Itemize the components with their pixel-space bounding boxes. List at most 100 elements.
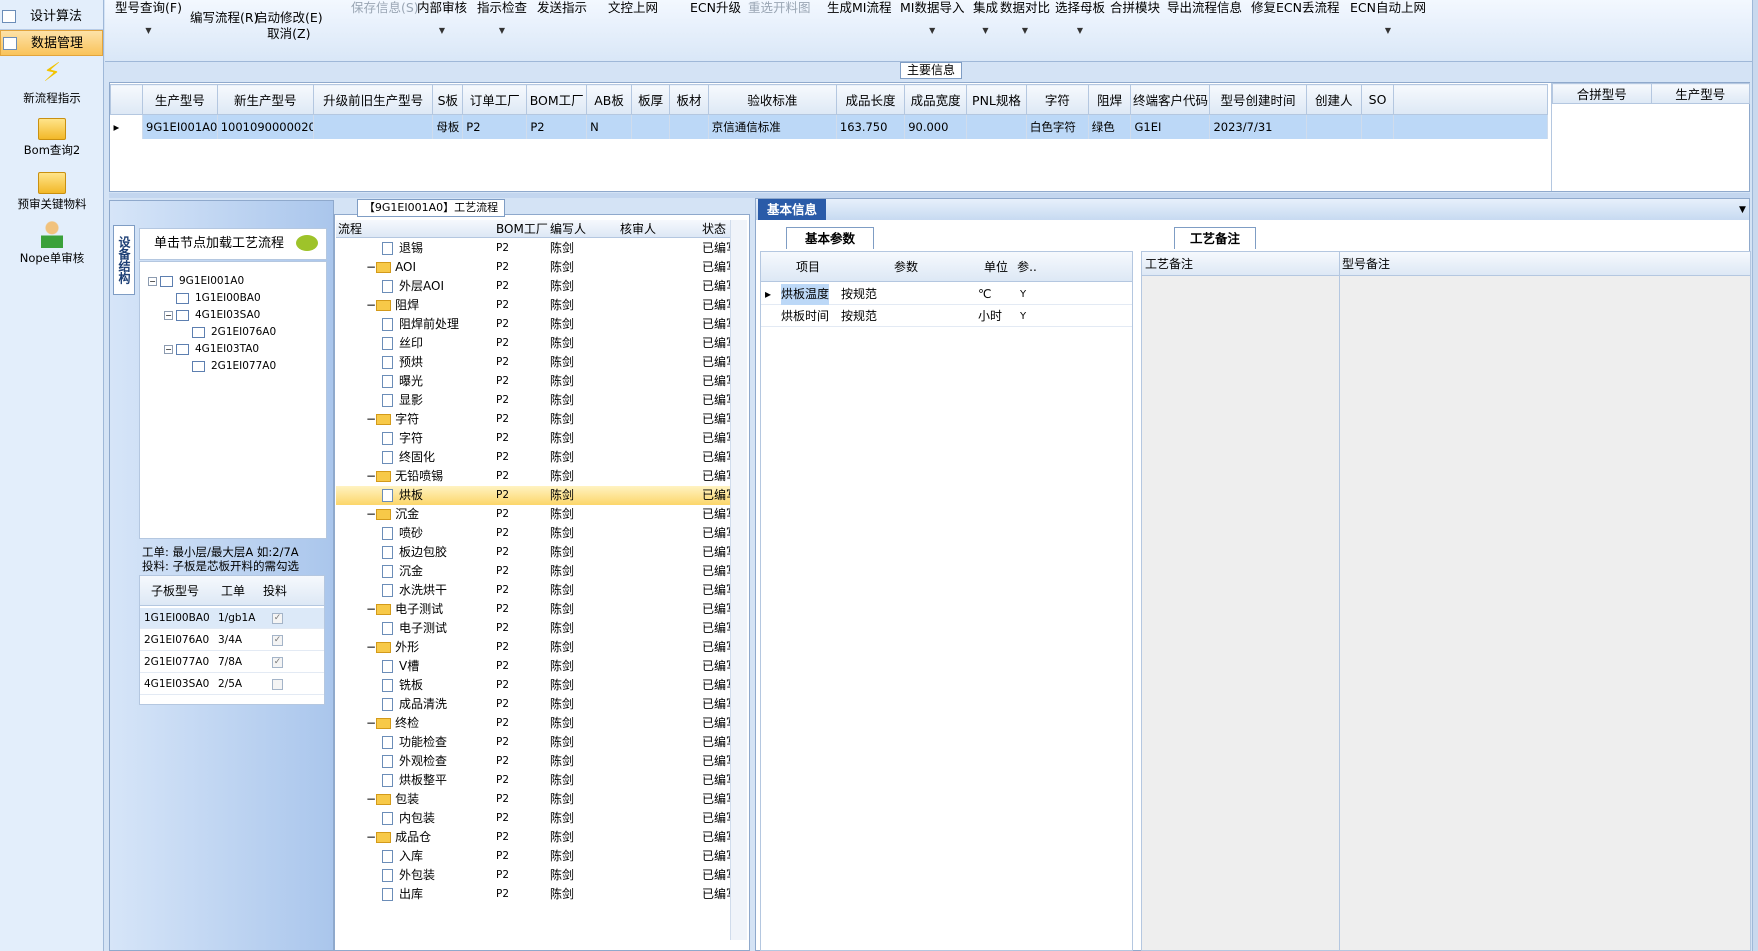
- toolbar-button-8[interactable]: ECN升级: [690, 0, 741, 16]
- toolbar-button-0[interactable]: 型号查询(F) ▼: [115, 0, 182, 39]
- column-header[interactable]: 订单工厂: [462, 84, 528, 115]
- collapse-icon[interactable]: −: [164, 344, 173, 354]
- process-step-row[interactable]: 终固化 P2 陈剑 已编写: [336, 448, 732, 467]
- column-header[interactable]: 创建人: [1305, 84, 1363, 115]
- column-header[interactable]: AB板: [586, 84, 632, 115]
- table-cell[interactable]: [631, 114, 671, 139]
- panel-menu-icon[interactable]: ▼: [1739, 205, 1746, 215]
- tree-node[interactable]: − 4G1EI03TA0: [164, 343, 259, 355]
- tab-basic-params[interactable]: 基本参数: [786, 227, 874, 249]
- column-header[interactable]: 板材: [669, 84, 709, 115]
- process-step-row[interactable]: 退锡 P2 陈剑 已编写: [336, 239, 732, 258]
- process-group-row[interactable]: − 包装 P2 陈剑 已编写: [336, 790, 732, 809]
- table-row[interactable]: ▸ 9G1EI001A0 10010900000205 母板 P2 P2 N 京信通信标准 16…: [110, 114, 1548, 139]
- column-header[interactable]: 流程: [338, 220, 362, 238]
- process-step-row[interactable]: 内包装 P2 陈剑 已编写: [336, 809, 732, 828]
- process-step-row[interactable]: 外观检查 P2 陈剑 已编写: [336, 752, 732, 771]
- table-cell[interactable]: G1EI: [1130, 114, 1211, 139]
- nav-item-1[interactable]: 数据管理: [0, 30, 103, 56]
- column-header[interactable]: 阻焊: [1087, 84, 1132, 115]
- column-header[interactable]: 生产型号: [1650, 83, 1750, 104]
- column-header[interactable]: 生产型号: [142, 84, 218, 115]
- toolbar-button-14[interactable]: 选择母板 ▼: [1055, 0, 1105, 39]
- tree-node[interactable]: − 4G1EI03SA0: [164, 309, 260, 321]
- process-step-row[interactable]: 铣板 P2 陈剑 已编写: [336, 676, 732, 695]
- collapse-icon[interactable]: −: [366, 469, 376, 483]
- collapse-icon[interactable]: −: [366, 260, 376, 274]
- toolbar-button-15[interactable]: 合拼模块: [1110, 0, 1160, 16]
- collapse-icon[interactable]: −: [366, 830, 376, 844]
- table-cell[interactable]: 母板: [432, 114, 464, 139]
- process-step-row[interactable]: 外层AOI P2 陈剑 已编写: [336, 277, 732, 296]
- collapse-icon[interactable]: −: [366, 602, 376, 616]
- table-cell[interactable]: 绿色: [1088, 114, 1132, 139]
- column-header[interactable]: 字符: [1025, 84, 1089, 115]
- column-header[interactable]: 编写人: [550, 220, 586, 238]
- tab-device-structure[interactable]: 设备结构: [113, 225, 135, 295]
- tree-node[interactable]: 2G1EI077A0: [180, 360, 276, 372]
- process-step-row[interactable]: 烘板整平 P2 陈剑 已编写: [336, 771, 732, 790]
- tree-node[interactable]: 2G1EI076A0: [180, 326, 276, 338]
- process-step-row[interactable]: 水洗烘干 P2 陈剑 已编写: [336, 581, 732, 600]
- process-group-row[interactable]: − 电子测试 P2 陈剑 已编写: [336, 600, 732, 619]
- table-cell[interactable]: 京信通信标准: [708, 114, 837, 139]
- process-step-row[interactable]: 喷砂 P2 陈剑 已编写: [336, 524, 732, 543]
- tree-node[interactable]: − 9G1EI001A0: [148, 275, 244, 287]
- sub-grid-row[interactable]: 4G1EI03SA0 2/5A: [140, 674, 324, 695]
- tab-process-notes[interactable]: 工艺备注: [1174, 227, 1256, 249]
- table-cell[interactable]: [313, 114, 434, 139]
- collapse-icon[interactable]: −: [366, 507, 376, 521]
- process-group-row[interactable]: − 阻焊 P2 陈剑 已编写: [336, 296, 732, 315]
- sub-grid-row[interactable]: 2G1EI077A0 7/8A ✓: [140, 652, 324, 673]
- table-cell[interactable]: 9G1EI001A0: [142, 114, 218, 139]
- nav-shortcut-3[interactable]: Nope单审核: [0, 220, 104, 266]
- column-header[interactable]: 状态: [702, 220, 726, 238]
- column-header[interactable]: 型号创建时间: [1209, 84, 1307, 115]
- table-cell[interactable]: [1361, 114, 1395, 139]
- toolbar-button-4[interactable]: 内部审核 ▼: [417, 0, 467, 39]
- process-step-row[interactable]: V槽 P2 陈剑 已编写: [336, 657, 732, 676]
- collapse-icon[interactable]: −: [366, 716, 376, 730]
- column-header[interactable]: 工单: [210, 576, 256, 606]
- collapse-icon[interactable]: −: [366, 792, 376, 806]
- process-step-row[interactable]: 成品清洗 P2 陈剑 已编写: [336, 695, 732, 714]
- process-group-row[interactable]: − 终检 P2 陈剑 已编写: [336, 714, 732, 733]
- collapse-icon[interactable]: −: [164, 310, 173, 320]
- toolbar-button-17[interactable]: 修复ECN丢流程: [1251, 0, 1339, 16]
- process-step-row[interactable]: 沉金 P2 陈剑 已编写: [336, 562, 732, 581]
- feed-checkbox[interactable]: ✓: [272, 613, 283, 624]
- column-header[interactable]: PNL规格: [966, 84, 1027, 115]
- column-header[interactable]: 新生产型号: [216, 84, 314, 115]
- column-header[interactable]: 型号备注: [1342, 252, 1390, 276]
- table-cell[interactable]: 90.000: [904, 114, 968, 139]
- column-header[interactable]: 项目: [779, 252, 837, 282]
- toolbar-button-10[interactable]: 生成MI流程: [827, 0, 891, 16]
- toolbar-button-1[interactable]: 编写流程(R): [190, 10, 258, 26]
- column-header[interactable]: 单位: [976, 252, 1016, 282]
- tab-basic-info[interactable]: 基本信息: [758, 199, 826, 220]
- column-header[interactable]: 成品宽度: [904, 84, 968, 115]
- column-header[interactable]: 板厚: [630, 84, 671, 115]
- column-header[interactable]: SO: [1361, 84, 1395, 115]
- collapse-icon[interactable]: −: [366, 640, 376, 654]
- process-step-row[interactable]: 板边包胶 P2 陈剑 已编写: [336, 543, 732, 562]
- toolbar-button-5[interactable]: 指示检查 ▼: [477, 0, 527, 39]
- column-header[interactable]: BOM工厂: [526, 84, 588, 115]
- process-group-row[interactable]: − 沉金 P2 陈剑 已编写: [336, 505, 732, 524]
- table-cell[interactable]: [966, 114, 1027, 139]
- toolbar-button-13[interactable]: 数据对比 ▼: [1000, 0, 1050, 39]
- process-group-row[interactable]: − 成品仓 P2 陈剑 已编写: [336, 828, 732, 847]
- window-scrollbar[interactable]: [1752, 0, 1758, 951]
- process-group-row[interactable]: − AOI P2 陈剑 已编写: [336, 258, 732, 277]
- process-step-row[interactable]: 字符 P2 陈剑 已编写: [336, 429, 732, 448]
- table-cell[interactable]: [1306, 114, 1363, 139]
- process-step-row[interactable]: 入库 P2 陈剑 已编写: [336, 847, 732, 866]
- column-header[interactable]: 成品长度: [835, 84, 906, 115]
- feed-checkbox[interactable]: ✓: [272, 635, 283, 646]
- toolbar-button-16[interactable]: 导出流程信息: [1167, 0, 1242, 16]
- table-cell[interactable]: 10010900000205: [217, 114, 314, 139]
- process-step-row[interactable]: 外包装 P2 陈剑 已编写: [336, 866, 732, 885]
- collapse-icon[interactable]: −: [366, 298, 376, 312]
- process-group-row[interactable]: − 外形 P2 陈剑 已编写: [336, 638, 732, 657]
- nav-shortcut-0[interactable]: ⚡ 新流程指示: [0, 58, 104, 106]
